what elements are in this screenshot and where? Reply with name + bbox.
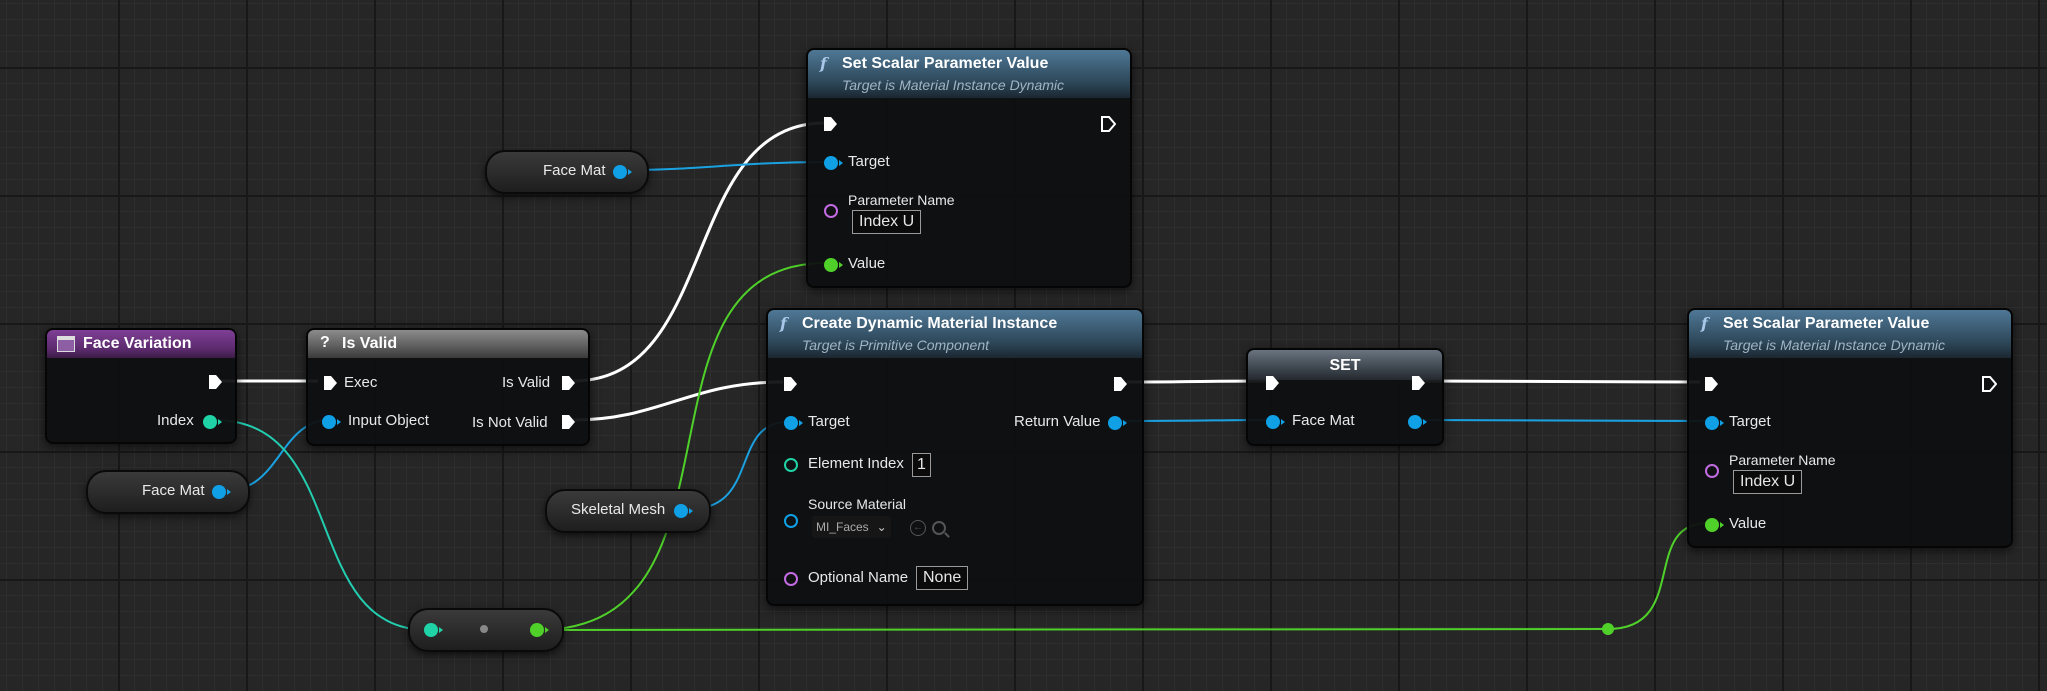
target-pin[interactable] bbox=[784, 416, 803, 430]
value-label: Value bbox=[848, 255, 886, 272]
node-subtitle: Target is Material Instance Dynamic bbox=[1723, 337, 1946, 353]
function-icon: f bbox=[820, 54, 827, 73]
input-object-pin[interactable] bbox=[322, 415, 341, 429]
exec-wire bbox=[1422, 379, 1701, 384]
exec-out-pin[interactable] bbox=[207, 374, 223, 390]
face-mat-pin[interactable] bbox=[613, 165, 632, 179]
source-material-dropdown[interactable]: MI_Faces ⌄ bbox=[812, 516, 891, 538]
face-mat-in-pin[interactable] bbox=[1266, 415, 1285, 429]
float-wire bbox=[537, 628, 1609, 631]
exec-out-pin[interactable] bbox=[1112, 376, 1128, 392]
face-mat-out-pin[interactable] bbox=[1408, 415, 1427, 429]
is-valid-title: Is Valid bbox=[342, 335, 398, 352]
face-mat-label: Face Mat bbox=[1292, 412, 1355, 429]
optional-name-pin[interactable] bbox=[784, 572, 798, 586]
use-selected-asset-icon[interactable]: ← bbox=[910, 520, 926, 536]
exec-pin-label: Exec bbox=[344, 374, 378, 391]
value-label: Value bbox=[1729, 515, 1767, 532]
target-label: Target bbox=[1729, 413, 1771, 430]
is-not-valid-pin-label: Is Not Valid bbox=[472, 414, 548, 431]
parameter-name-pin[interactable] bbox=[1705, 464, 1719, 478]
source-material-value: MI_Faces bbox=[816, 520, 869, 534]
target-pin[interactable] bbox=[1705, 416, 1724, 430]
parameter-name-field[interactable]: Index U bbox=[852, 210, 922, 234]
face-mat-getter-top[interactable]: Face Mat bbox=[485, 150, 649, 194]
exec-out-pin[interactable] bbox=[1981, 376, 1997, 392]
face-mat-label: Face Mat bbox=[543, 162, 606, 179]
value-pin[interactable] bbox=[1705, 518, 1724, 532]
value-pin[interactable] bbox=[824, 258, 843, 272]
parameter-name-field[interactable]: Index U bbox=[1733, 470, 1803, 494]
set-scalar-param-node-2[interactable]: f Set Scalar Parameter Value Target is M… bbox=[1687, 308, 2013, 548]
input-object-label: Input Object bbox=[348, 412, 429, 429]
exec-in-pin[interactable] bbox=[1703, 376, 1719, 392]
element-index-field[interactable]: 1 bbox=[912, 453, 931, 477]
return-value-label: Return Value bbox=[1014, 413, 1101, 430]
target-pin[interactable] bbox=[824, 156, 843, 170]
index-pin[interactable] bbox=[203, 415, 222, 429]
is-valid-pin-label: Is Valid bbox=[502, 374, 551, 391]
int-input-pin[interactable] bbox=[424, 623, 443, 637]
reroute-knot[interactable] bbox=[1602, 623, 1614, 635]
question-mark-icon: ? bbox=[320, 334, 330, 351]
set-scalar-header: f Set Scalar Parameter Value Target is M… bbox=[1689, 310, 2011, 358]
browse-asset-icon[interactable] bbox=[932, 521, 946, 535]
create-dmi-header: f Create Dynamic Material Instance Targe… bbox=[768, 310, 1142, 358]
set-face-mat-node[interactable]: SET Face Mat bbox=[1246, 348, 1444, 446]
element-index-pin[interactable] bbox=[784, 458, 798, 472]
int-wire bbox=[213, 419, 429, 631]
function-icon: f bbox=[780, 314, 787, 333]
parameter-name-label: Parameter Name bbox=[1729, 452, 1836, 468]
is-valid-header: ? Is Valid bbox=[308, 330, 588, 358]
object-wire bbox=[625, 161, 825, 171]
exec-out-pin[interactable] bbox=[1410, 375, 1426, 391]
skeletal-mesh-getter[interactable]: Skeletal Mesh bbox=[545, 489, 711, 533]
int-to-float-conversion-node[interactable] bbox=[408, 608, 564, 652]
node-title: Set Scalar Parameter Value bbox=[842, 55, 1049, 72]
index-pin-label: Index bbox=[157, 412, 194, 429]
exec-out-pin[interactable] bbox=[1100, 116, 1116, 132]
node-title: Create Dynamic Material Instance bbox=[802, 315, 1058, 332]
float-output-pin[interactable] bbox=[530, 623, 549, 637]
set-title: SET bbox=[1329, 357, 1361, 374]
face-mat-pin[interactable] bbox=[212, 485, 231, 499]
face-variation-node[interactable]: Face Variation Index bbox=[45, 328, 237, 444]
exec-in-pin[interactable] bbox=[322, 375, 338, 391]
object-wire bbox=[1417, 419, 1707, 422]
return-value-pin[interactable] bbox=[1108, 416, 1127, 430]
target-label: Target bbox=[808, 413, 850, 430]
parameter-name-label: Parameter Name bbox=[848, 192, 955, 208]
target-label: Target bbox=[848, 153, 890, 170]
exec-wire bbox=[572, 380, 784, 422]
is-valid-node[interactable]: ? Is Valid Exec Is Valid Input Object Is… bbox=[306, 328, 590, 446]
is-not-valid-exec-pin[interactable] bbox=[560, 414, 576, 430]
source-material-pin[interactable] bbox=[784, 514, 798, 528]
function-icon: f bbox=[1701, 314, 1708, 333]
exec-in-pin[interactable] bbox=[782, 376, 798, 392]
skeletal-mesh-pin[interactable] bbox=[674, 504, 693, 518]
table-icon bbox=[57, 336, 75, 352]
create-dmi-node[interactable]: f Create Dynamic Material Instance Targe… bbox=[766, 308, 1144, 606]
face-mat-label: Face Mat bbox=[142, 482, 205, 499]
skeletal-mesh-label: Skeletal Mesh bbox=[571, 501, 666, 518]
exec-in-pin[interactable] bbox=[822, 116, 838, 132]
set-scalar-header: f Set Scalar Parameter Value Target is M… bbox=[808, 50, 1130, 98]
parameter-name-pin[interactable] bbox=[824, 204, 838, 218]
exec-in-pin[interactable] bbox=[1264, 375, 1280, 391]
chevron-down-icon: ⌄ bbox=[876, 520, 887, 534]
optional-name-label: Optional Name bbox=[808, 569, 909, 586]
node-subtitle: Target is Primitive Component bbox=[802, 337, 990, 353]
is-valid-exec-pin[interactable] bbox=[560, 375, 576, 391]
face-variation-title: Face Variation bbox=[83, 335, 192, 352]
element-index-label: Element Index bbox=[808, 455, 904, 472]
face-mat-getter-left[interactable]: Face Mat bbox=[86, 470, 250, 514]
node-subtitle: Target is Material Instance Dynamic bbox=[842, 77, 1065, 93]
node-title: Set Scalar Parameter Value bbox=[1723, 315, 1930, 332]
source-material-label: Source Material bbox=[808, 496, 907, 512]
conversion-dot-icon bbox=[480, 625, 488, 633]
set-scalar-param-node-1[interactable]: f Set Scalar Parameter Value Target is M… bbox=[806, 48, 1132, 288]
face-variation-header: Face Variation bbox=[47, 330, 235, 358]
optional-name-field[interactable]: None bbox=[916, 566, 969, 590]
